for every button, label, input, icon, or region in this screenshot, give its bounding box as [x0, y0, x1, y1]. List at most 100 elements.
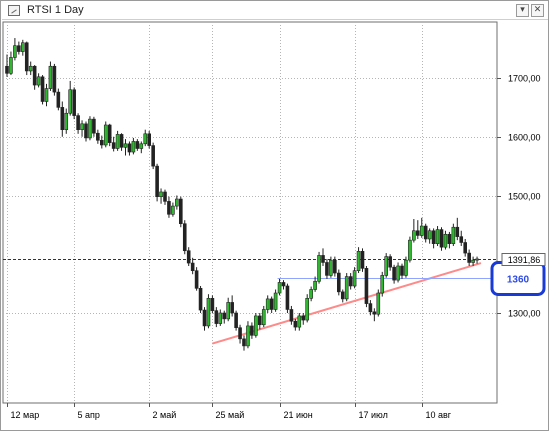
- candle-body[interactable]: [68, 89, 72, 114]
- candle-body[interactable]: [64, 112, 69, 131]
- candle-body[interactable]: [139, 143, 144, 149]
- candle-body[interactable]: [317, 255, 321, 282]
- candle-body[interactable]: [305, 298, 310, 321]
- candle-body[interactable]: [265, 298, 270, 310]
- candle-body[interactable]: [423, 225, 428, 240]
- window-menu-button[interactable]: ▾: [516, 4, 529, 17]
- candle-body[interactable]: [427, 230, 432, 240]
- candle-body[interactable]: [348, 276, 353, 287]
- candle-body[interactable]: [48, 65, 53, 89]
- candle-body[interactable]: [459, 236, 464, 243]
- candle-body[interactable]: [230, 302, 234, 314]
- candle-body[interactable]: [281, 282, 286, 287]
- candle-body[interactable]: [360, 251, 365, 269]
- candle-body[interactable]: [257, 315, 262, 326]
- candle-body[interactable]: [301, 315, 306, 321]
- candle-body[interactable]: [115, 134, 120, 149]
- candle-body[interactable]: [297, 315, 302, 328]
- candle-body[interactable]: [431, 230, 436, 244]
- candle-body[interactable]: [404, 259, 408, 276]
- candle-body[interactable]: [171, 205, 175, 215]
- candle-body[interactable]: [163, 191, 167, 202]
- candle-body[interactable]: [415, 230, 420, 236]
- candle-body[interactable]: [400, 265, 404, 276]
- candle-body[interactable]: [179, 198, 183, 224]
- candle-body[interactable]: [84, 123, 88, 139]
- candle-body[interactable]: [80, 123, 84, 130]
- candle-body[interactable]: [194, 270, 199, 289]
- candle-body[interactable]: [206, 298, 211, 327]
- candle-body[interactable]: [218, 312, 223, 324]
- candle-body[interactable]: [155, 165, 159, 197]
- candle-body[interactable]: [467, 252, 471, 263]
- candle-body[interactable]: [88, 118, 92, 139]
- candle-body[interactable]: [131, 141, 136, 153]
- candle-body[interactable]: [72, 89, 76, 116]
- candle-body[interactable]: [159, 191, 163, 197]
- candle-body[interactable]: [151, 145, 155, 167]
- candle-body[interactable]: [396, 265, 400, 281]
- candle-body[interactable]: [107, 124, 112, 143]
- candle-body[interactable]: [412, 230, 416, 241]
- candle-body[interactable]: [111, 142, 116, 149]
- candle-body[interactable]: [340, 291, 345, 300]
- candle-body[interactable]: [325, 262, 329, 276]
- candle-body[interactable]: [408, 239, 412, 261]
- candle-body[interactable]: [439, 229, 444, 248]
- candle-body[interactable]: [451, 226, 456, 244]
- candle-body[interactable]: [384, 256, 389, 276]
- candle-body[interactable]: [32, 65, 37, 86]
- candle-body[interactable]: [435, 229, 440, 244]
- candle-body[interactable]: [186, 250, 191, 264]
- candle-body[interactable]: [293, 320, 298, 328]
- candle-body[interactable]: [175, 198, 179, 207]
- candle-body[interactable]: [52, 65, 57, 93]
- candle-body[interactable]: [202, 309, 207, 327]
- candle-body[interactable]: [392, 266, 396, 281]
- candle-body[interactable]: [17, 45, 21, 52]
- candle-body[interactable]: [329, 259, 333, 276]
- candle-body[interactable]: [226, 302, 230, 320]
- candle-body[interactable]: [24, 42, 29, 72]
- candle-body[interactable]: [261, 309, 266, 326]
- candle-body[interactable]: [463, 242, 468, 254]
- candle-body[interactable]: [309, 289, 313, 299]
- candle-body[interactable]: [447, 233, 452, 244]
- candle-body[interactable]: [214, 310, 219, 324]
- candle-body[interactable]: [40, 76, 45, 102]
- candle-body[interactable]: [222, 312, 227, 320]
- candle-body[interactable]: [289, 309, 294, 322]
- candle-body[interactable]: [333, 259, 337, 274]
- candle-body[interactable]: [475, 258, 479, 261]
- candle-body[interactable]: [321, 255, 325, 263]
- candle-body[interactable]: [336, 272, 341, 293]
- candle-body[interactable]: [419, 225, 424, 236]
- candle-body[interactable]: [44, 88, 49, 102]
- candle-body[interactable]: [250, 325, 254, 336]
- candle-body[interactable]: [352, 270, 357, 287]
- candle-body[interactable]: [242, 338, 246, 347]
- candle-body[interactable]: [234, 312, 238, 328]
- candle-body[interactable]: [76, 115, 80, 130]
- candle-body[interactable]: [443, 233, 448, 248]
- candle-body[interactable]: [285, 285, 290, 310]
- candle-body[interactable]: [20, 42, 25, 52]
- candle-body[interactable]: [388, 256, 392, 268]
- candle-body[interactable]: [92, 118, 96, 134]
- candle-body[interactable]: [147, 133, 151, 146]
- candle-body[interactable]: [380, 275, 385, 294]
- candle-body[interactable]: [123, 143, 128, 148]
- candle-body[interactable]: [36, 76, 41, 86]
- candle-body[interactable]: [313, 280, 317, 290]
- candle-body[interactable]: [119, 134, 124, 148]
- candle-body[interactable]: [143, 133, 148, 145]
- candle-body[interactable]: [5, 65, 9, 74]
- candle-body[interactable]: [28, 65, 33, 72]
- candle-body[interactable]: [100, 139, 104, 146]
- candle-body[interactable]: [127, 143, 132, 153]
- candle-body[interactable]: [372, 311, 377, 315]
- candle-body[interactable]: [356, 251, 361, 272]
- candle-body[interactable]: [190, 262, 195, 271]
- candle-body[interactable]: [364, 268, 369, 304]
- candle-body[interactable]: [269, 298, 274, 310]
